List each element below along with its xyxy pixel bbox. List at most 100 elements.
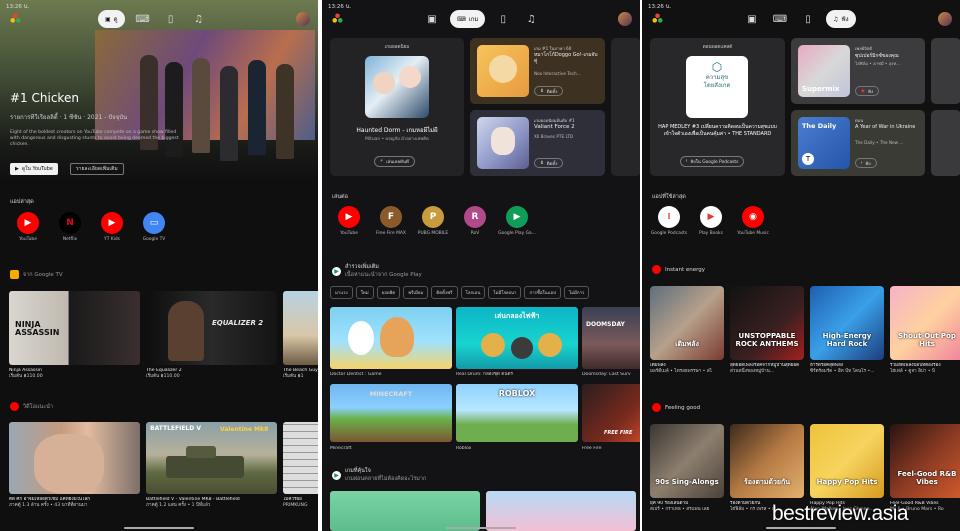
listen-button[interactable]: ◉ ฟัง xyxy=(855,86,880,96)
book-icon[interactable]: ▯ xyxy=(798,10,818,28)
playlist-card[interactable]: Supermix เพลย์ลิสต์ ซุปเปอร์มิกซ์ของคุณ … xyxy=(791,38,925,104)
mix-card[interactable]: 90s Sing-Alongs xyxy=(650,424,724,498)
filter-chip[interactable]: พรีเมียม xyxy=(403,286,429,299)
game-tile[interactable] xyxy=(330,491,480,531)
filter-chip[interactable]: ใหม่ xyxy=(355,286,374,299)
app-shortcut[interactable]: ▶ Google Play Ga... xyxy=(496,206,538,236)
listen-podcasts-button[interactable]: ⁞ ฟังใน Google Podcasts xyxy=(680,156,745,167)
podcast-art-line1: ความสุข xyxy=(705,74,729,81)
game-tile[interactable] xyxy=(330,307,452,369)
tv-icon[interactable]: ▣ xyxy=(422,10,442,28)
app-shortcut[interactable]: ⁞ Google Podcasts xyxy=(648,206,690,236)
tab-listen[interactable]: ♫ ฟัง xyxy=(826,10,856,28)
headphones-icon[interactable]: ♫ xyxy=(521,10,541,28)
google-tv-logo-icon xyxy=(332,13,343,23)
filter-chip[interactable]: ไม่มีการ xyxy=(563,286,590,299)
game-tile[interactable]: DOOMSDAY xyxy=(582,307,640,369)
section-yt-label: วิดีโอแนะนำ xyxy=(23,403,54,410)
install-label: ติดตั้ง xyxy=(546,161,558,167)
filter-chip[interactable]: ไม่มีโฆษณา xyxy=(488,286,522,299)
watch-on-youtube-button[interactable]: ▶ ดูใน YouTube xyxy=(10,163,58,175)
app-shortcut[interactable]: ▭ Google TV xyxy=(133,212,175,242)
section-explore: ▶ สำรวจเพิ่มเติม เนื้อหาแนะนำจาก Google P… xyxy=(332,263,422,279)
section-feeling-good: Feeling good xyxy=(652,403,700,412)
video-card[interactable] xyxy=(9,422,140,494)
listen-button[interactable]: ⁞ ฟัง xyxy=(855,158,877,168)
game-card[interactable]: เกมยอดนิยมอันดับ #1 Valiant Force 2 XII … xyxy=(470,110,605,176)
video-card[interactable]: BATTLEFIELD V Valentine Mk8 xyxy=(146,422,277,494)
card-partial[interactable] xyxy=(931,110,960,176)
google-tv-icon: ▭ xyxy=(143,212,165,234)
top-nav: ▣ ⌨ ▯ ♫ ฟัง xyxy=(742,10,856,28)
drum-shape xyxy=(511,337,533,359)
tooth-shape xyxy=(348,321,374,355)
app-shortcut[interactable]: ◉ YouTube Music xyxy=(732,206,774,236)
mix-card[interactable]: High-Energy Hard Rock xyxy=(810,286,884,360)
mix-card[interactable]: UNSTOPPABLE ROCK ANTHEMS xyxy=(730,286,804,360)
video-card[interactable] xyxy=(283,422,318,494)
install-button[interactable]: ⬇ ติดตั้ง xyxy=(534,86,564,96)
headphones-icon[interactable]: ♫ xyxy=(189,10,209,28)
mix-sub: ซิร์ตร้อมร์ด • อีท บีท โดนโร •... xyxy=(810,369,875,374)
install-button[interactable]: ⬇ ติดตั้ง xyxy=(534,158,564,168)
app-shortcut[interactable]: R RoV xyxy=(454,206,496,236)
avatar[interactable] xyxy=(296,12,310,26)
app-shortcut[interactable]: ▶ YouTube xyxy=(328,206,370,236)
movie-card[interactable]: EQUALIZER 2 xyxy=(146,291,277,365)
cymbal-shape xyxy=(538,333,562,357)
book-icon[interactable]: ▯ xyxy=(493,10,513,28)
filter-chip[interactable]: ติดตั้งฟรี xyxy=(431,286,458,299)
game-tile[interactable]: MINECRAFT xyxy=(330,384,452,442)
tab-watch[interactable]: ▣ ดู xyxy=(98,10,125,28)
gamepad-icon[interactable]: ⌨ xyxy=(133,10,153,28)
card-title: A Year of War in Ukraine xyxy=(855,124,916,130)
podcast-icon: ⁞ xyxy=(686,159,688,164)
featured-game-card[interactable]: เกมยอดนิยม Haunted Dorm - เกมหอผีไม่ผี M… xyxy=(330,38,464,176)
play-now-button[interactable]: ⚡ เล่นเลยทันที xyxy=(374,156,415,167)
game-tile-title: Doomsday: Last Surv xyxy=(582,372,631,377)
game-card-partial[interactable] xyxy=(611,38,640,176)
game-card[interactable]: เกม #1 ในภาษา 60 หมาโกโก้Doggo Go!-เกมจั… xyxy=(470,38,605,104)
book-icon[interactable]: ▯ xyxy=(161,10,181,28)
card-sub: The Daily • The New ... xyxy=(855,140,904,145)
section-youtube: วิดีโอแนะนำ xyxy=(10,402,53,411)
feeling-good-title: Feeling good xyxy=(665,404,701,411)
card-partial[interactable] xyxy=(931,38,960,104)
movie-card[interactable] xyxy=(283,291,318,365)
panel-watch: 13:26 น. ▣ ดู ⌨ ▯ ♫ #1 Chicken รายการทีวี… xyxy=(0,0,318,531)
mix-card[interactable]: Happy Pop Hits xyxy=(810,424,884,498)
gesture-bar xyxy=(124,527,194,529)
gamepad-icon[interactable]: ⌨ xyxy=(770,10,790,28)
app-shortcut[interactable]: N Netflix xyxy=(49,212,91,242)
mix-card[interactable]: ร้องตามด้วยกัน xyxy=(730,424,804,498)
game-tile[interactable]: เล่นกลองไฟฟ้า xyxy=(456,307,578,369)
filter-chip[interactable]: การซื้อในแอป xyxy=(524,286,561,299)
tv-icon[interactable]: ▣ xyxy=(742,10,762,28)
app-shortcut[interactable]: F Free Fire MAX xyxy=(370,206,412,236)
mix-art-text: เติมพลัง xyxy=(675,340,699,348)
app-shortcut[interactable]: ▶ Play Books xyxy=(690,206,732,236)
more-details-button[interactable]: รายละเอียดเพิ่มเติม xyxy=(70,163,124,175)
avatar[interactable] xyxy=(938,12,952,26)
movie-card[interactable]: NINJA ASSASSIN xyxy=(9,291,140,365)
game-tile[interactable]: FREE FIRE xyxy=(582,384,640,442)
explore-title: สำรวจเพิ่มเติม xyxy=(345,264,379,270)
game-tile[interactable]: ROBLOX xyxy=(456,384,578,442)
mix-sub: ส่วนหนึ่งของหมู่บ้าน... xyxy=(730,369,775,374)
mix-art-text: Happy Pop Hits xyxy=(816,478,878,486)
mix-card[interactable]: Feel-Good R&B Vibes xyxy=(890,424,960,498)
featured-podcast-card[interactable]: ตอนพอดแคสต์ ⬡ ความสุข โดยสังเกต HAP MEDL… xyxy=(650,38,785,176)
app-shortcut[interactable]: P PUBG MOBILE xyxy=(412,206,454,236)
filter-chip[interactable]: มาแรง xyxy=(330,286,353,299)
game-tile[interactable] xyxy=(486,491,636,531)
avatar[interactable] xyxy=(618,12,632,26)
app-shortcut[interactable]: ▶ YT Kids xyxy=(91,212,133,242)
filter-chip[interactable]: ยอดฮิต xyxy=(376,286,401,299)
mix-card[interactable]: เติมพลัง xyxy=(650,286,724,360)
mix-card[interactable]: Shout-Out Pop Hits xyxy=(890,286,960,360)
tab-watch-label: ดู xyxy=(113,16,118,23)
tab-games[interactable]: ⌨ เกม xyxy=(450,10,486,28)
episode-card[interactable]: The Daily T ตอน A Year of War in Ukraine… xyxy=(791,110,925,176)
app-shortcut[interactable]: ▶ YouTube xyxy=(7,212,49,242)
filter-chip[interactable]: โลกเอน xyxy=(460,286,486,299)
